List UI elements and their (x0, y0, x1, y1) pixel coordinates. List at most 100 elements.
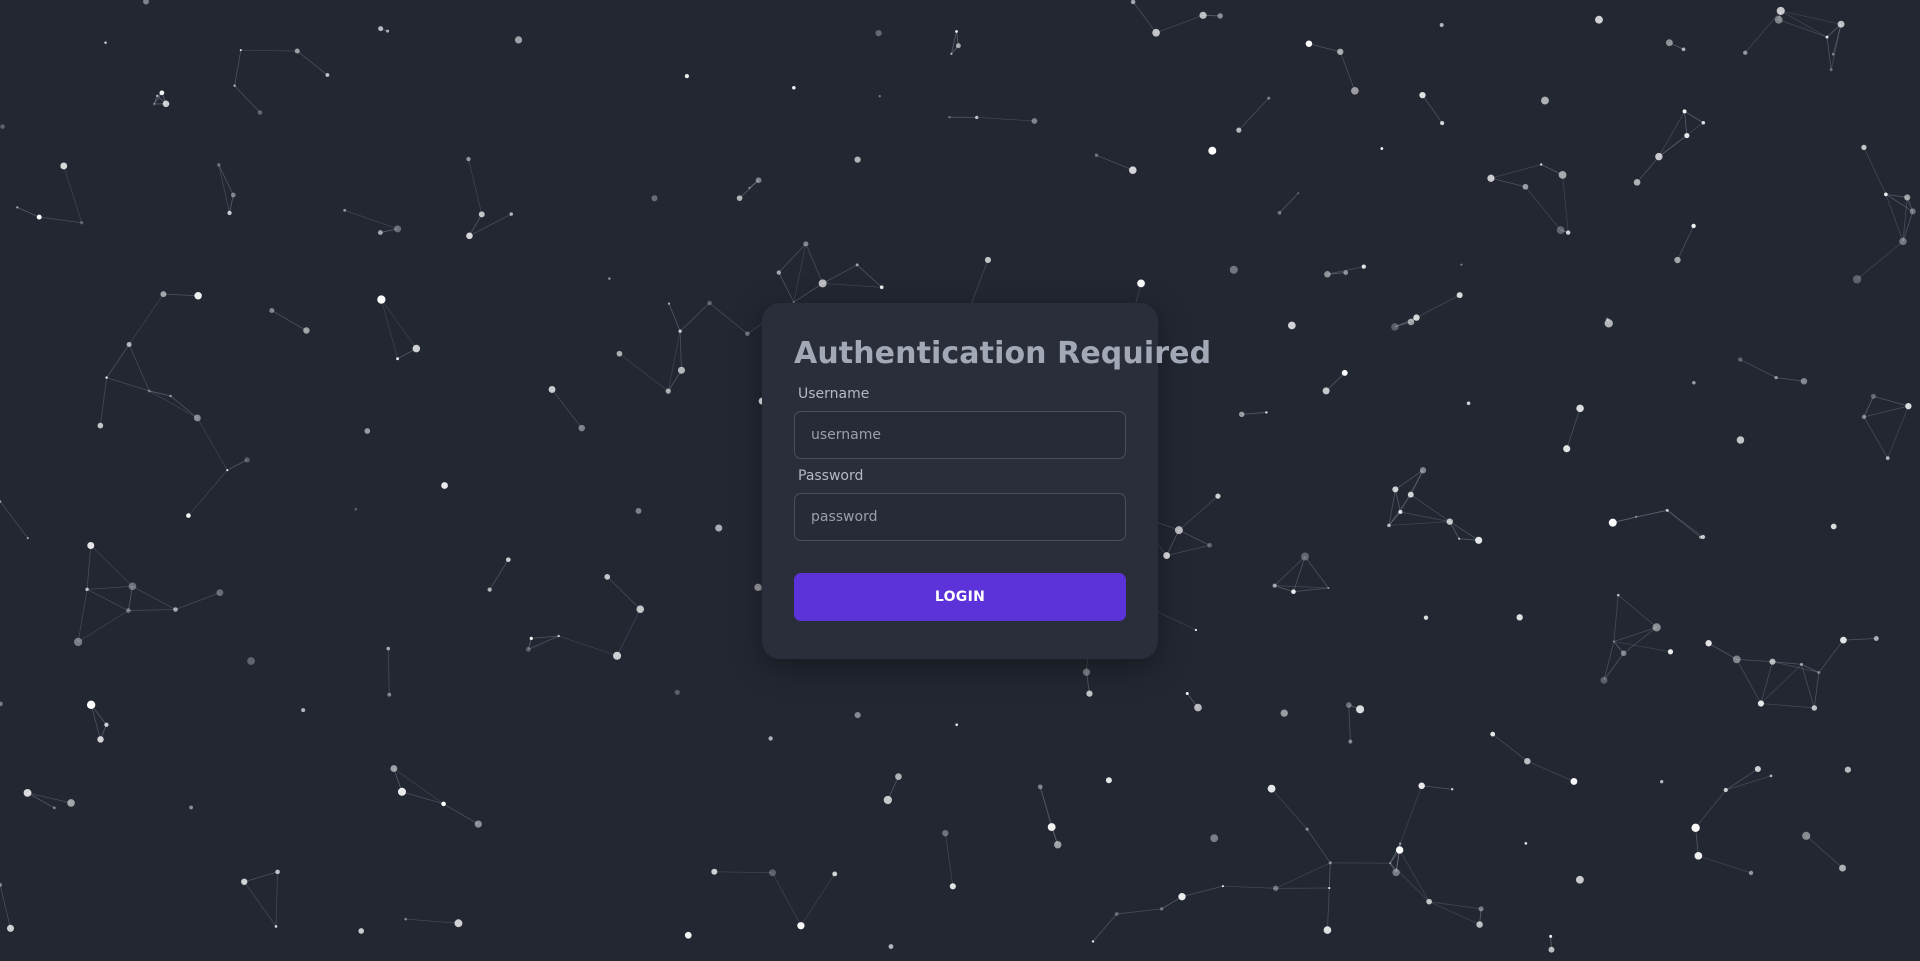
constellation-line (1348, 705, 1351, 742)
star-dot (1757, 700, 1765, 707)
star-dot (1423, 615, 1429, 620)
star-dot (126, 341, 132, 347)
star-dot (1556, 226, 1565, 235)
constellation-line (39, 216, 82, 224)
star-dot (616, 350, 623, 357)
constellation-line (1760, 664, 1802, 704)
star-dot (354, 507, 358, 511)
username-field[interactable] (794, 411, 1126, 459)
constellation-line (393, 768, 444, 805)
constellation-line (77, 589, 88, 643)
constellation-line (234, 50, 242, 86)
star-dot (441, 482, 448, 489)
login-button[interactable]: LOGIN (794, 573, 1126, 621)
star-dot (1748, 870, 1754, 876)
star-dot (378, 26, 384, 32)
star-dot (1199, 11, 1207, 19)
star-dot (1450, 788, 1454, 791)
star-dot (412, 344, 421, 353)
login-card: Authentication Required Username Passwor… (762, 303, 1211, 659)
star-dot (1844, 766, 1852, 773)
star-dot (678, 329, 682, 333)
constellation-line (1279, 192, 1299, 214)
star-dot (1037, 784, 1043, 790)
star-dot (1870, 393, 1877, 399)
constellation-line (1677, 225, 1694, 261)
star-dot (303, 327, 310, 334)
star-dot (1701, 121, 1706, 125)
star-dot (608, 277, 611, 280)
star-dot (677, 366, 686, 374)
star-dot (1652, 623, 1661, 632)
constellation-line (87, 585, 133, 590)
star-dot (745, 331, 750, 337)
star-dot (1460, 263, 1463, 266)
star-dot (1754, 765, 1761, 773)
star-dot (1524, 757, 1531, 765)
star-dot (883, 795, 892, 805)
star-dot (818, 279, 827, 288)
star-dot (86, 700, 96, 710)
constellation-line (1449, 521, 1479, 541)
constellation-line (679, 331, 682, 371)
constellation-line (606, 576, 641, 610)
star-dot (1194, 628, 1198, 632)
star-dot (1800, 662, 1803, 666)
star-dot (80, 221, 84, 225)
star-dot (67, 799, 75, 807)
star-dot (1655, 152, 1663, 161)
constellation-line (1275, 862, 1331, 889)
star-dot (604, 574, 611, 580)
constellation-line (616, 609, 641, 656)
star-dot (1418, 782, 1425, 790)
constellation-line (132, 586, 176, 610)
star-dot (1774, 15, 1783, 24)
constellation-line (128, 293, 164, 345)
star-dot (6, 924, 15, 932)
constellation-line (405, 918, 459, 924)
star-dot (1705, 640, 1712, 647)
constellation-line (1304, 556, 1329, 589)
star-dot (529, 636, 533, 640)
constellation-line (944, 833, 954, 887)
star-dot (0, 882, 3, 887)
constellation-line (551, 389, 583, 429)
constellation-line (1306, 828, 1331, 864)
constellation-line (1617, 594, 1657, 628)
star-dot (613, 651, 622, 660)
star-dot (1419, 467, 1427, 474)
constellation-line (1863, 147, 1887, 195)
constellation-line (243, 881, 277, 927)
constellation-line (1612, 509, 1668, 524)
star-dot (1674, 256, 1681, 264)
constellation-line (128, 344, 150, 392)
star-dot (1324, 270, 1331, 278)
star-dot (247, 657, 255, 665)
constellation-line (1155, 14, 1204, 34)
constellation-line (1603, 641, 1615, 681)
constellation-line (1778, 19, 1828, 38)
star-dot (85, 587, 89, 592)
star-dot (1692, 381, 1696, 385)
constellation-line (1740, 359, 1777, 378)
constellation-line (149, 390, 198, 419)
star-dot (1905, 402, 1912, 410)
password-field[interactable] (794, 493, 1126, 541)
star-dot (1456, 292, 1463, 299)
star-dot (466, 156, 471, 162)
constellation-line (1760, 703, 1815, 709)
star-dot (1305, 827, 1309, 831)
constellation-line (1492, 733, 1528, 762)
star-dot (186, 513, 191, 518)
constellation-line (1422, 94, 1443, 124)
constellation-line (1092, 913, 1117, 942)
constellation-line (99, 377, 108, 426)
constellation-line (1271, 788, 1308, 830)
constellation-line (1736, 659, 1762, 704)
star-dot (1391, 323, 1399, 331)
star-dot (227, 210, 232, 216)
constellation-line (1843, 638, 1877, 641)
star-dot (1736, 436, 1745, 444)
star-dot (301, 708, 306, 713)
constellation-line (800, 873, 836, 926)
